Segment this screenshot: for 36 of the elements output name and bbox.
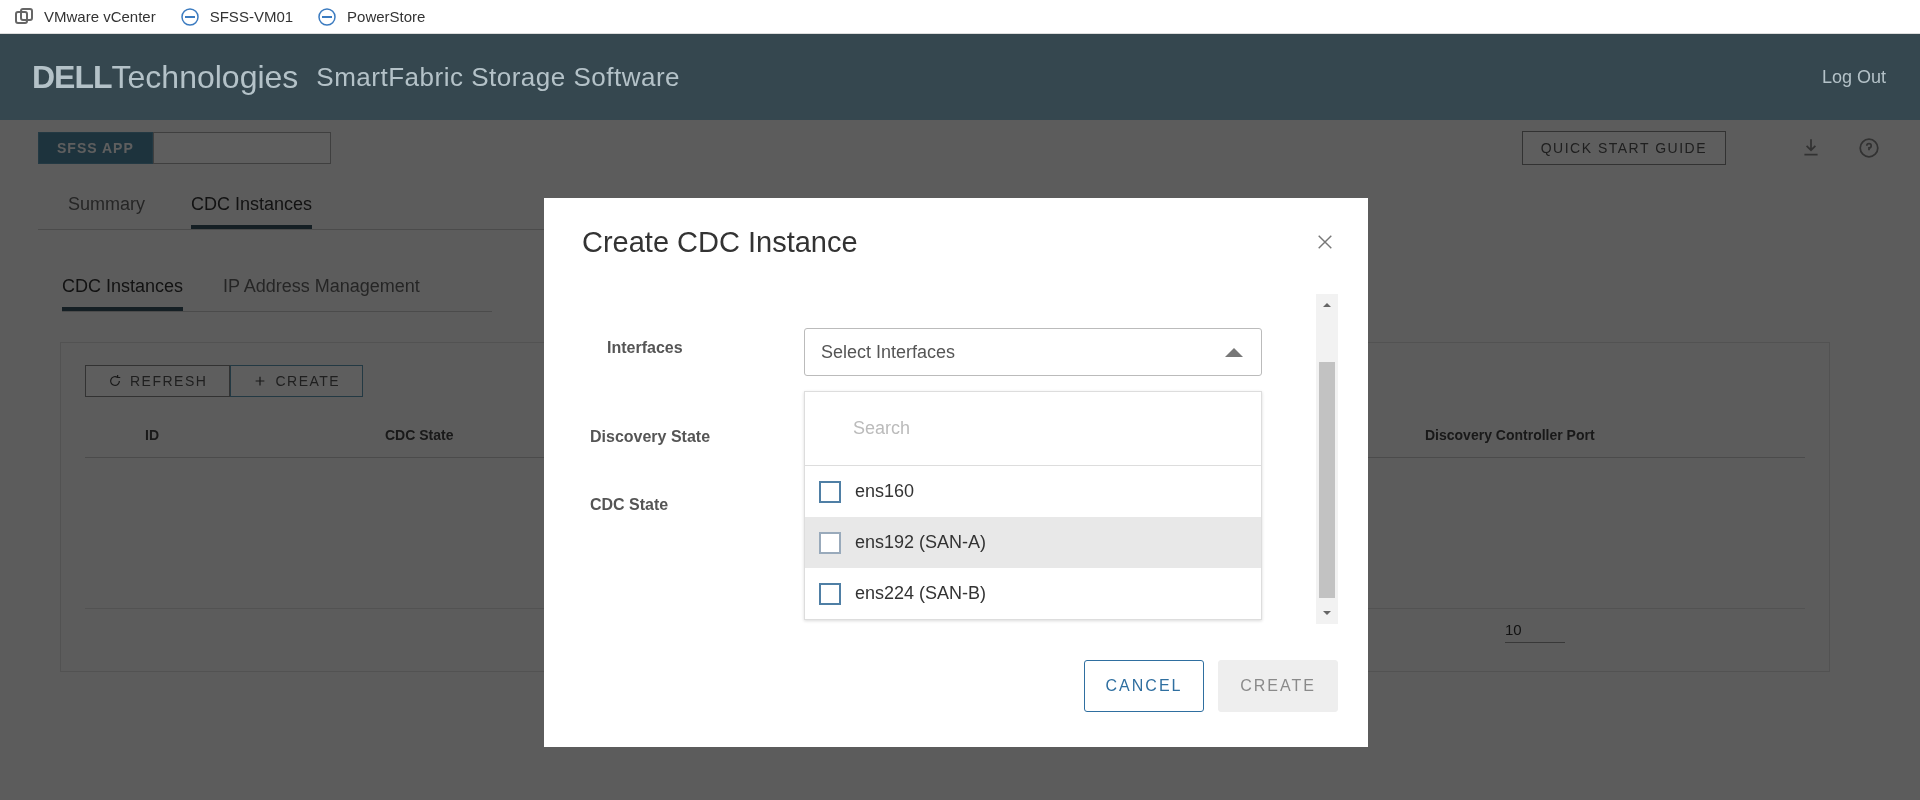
dialog-title: Create CDC Instance [582, 225, 858, 259]
dialog-button[interactable]: CANCEL [1084, 660, 1204, 712]
scroll-up-icon[interactable] [1322, 302, 1332, 308]
refresh-icon [108, 374, 122, 388]
column-header[interactable]: Discovery Controller Port [1425, 427, 1765, 443]
subtab[interactable]: CDC Instances [62, 268, 184, 311]
interfaces-select[interactable]: Select Interfaces [804, 328, 1262, 376]
vmware-icon [14, 6, 34, 27]
app-switch-button[interactable]: SFSS APP [38, 132, 153, 164]
quick-start-button[interactable]: QUICK START GUIDE [1521, 131, 1726, 165]
action-button[interactable]: CREATE [230, 365, 364, 397]
column-header[interactable]: ID [145, 427, 385, 443]
option-row[interactable]: ens224 (SAN-B) [805, 568, 1261, 619]
checkbox[interactable] [819, 480, 841, 503]
field-label: Discovery State [590, 428, 711, 446]
bookmark-link[interactable]: VMware vCenter [44, 8, 156, 25]
field-label: CDC State [590, 496, 669, 514]
logo-icon [317, 6, 338, 27]
option-row[interactable]: ens192 (SAN-A) [805, 517, 1261, 568]
checkbox[interactable] [819, 582, 841, 605]
dell-logo: DELLTechnologies [32, 58, 299, 96]
tab[interactable]: CDC Instances [191, 186, 313, 229]
action-button[interactable]: REFRESH [85, 365, 231, 397]
app-title: SmartFabric Storage Software [316, 61, 681, 93]
app-switch-button[interactable] [152, 132, 331, 164]
scrollbar[interactable] [1316, 294, 1338, 624]
logout-link[interactable]: Log Out [1821, 66, 1886, 88]
field-label: Interfaces [607, 339, 683, 357]
close-icon[interactable] [1316, 233, 1334, 251]
checkbox[interactable] [819, 531, 841, 554]
scroll-down-icon[interactable] [1322, 610, 1332, 616]
page-size-select[interactable]: 10 [1505, 621, 1565, 643]
bookmark-link[interactable]: SFSS-VM01 [209, 8, 294, 25]
option-row[interactable]: ens160 [805, 466, 1261, 517]
logo-icon [179, 6, 200, 27]
bookmark-link[interactable]: PowerStore [347, 8, 426, 25]
